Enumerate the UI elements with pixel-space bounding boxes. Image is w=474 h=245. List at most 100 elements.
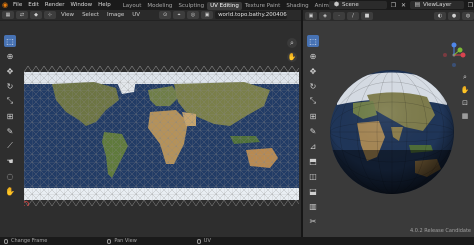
- menu-file[interactable]: File: [10, 0, 25, 10]
- viewport-toolbar: ⬚ ⊕ ✥ ↻ ⤡ ⊞ ✎ ⊿ ⬒ ◫ ⬓ ▥ ✂: [307, 35, 323, 227]
- status-uv-label: UV: [203, 238, 211, 244]
- vp-annotate-tool-icon[interactable]: ✎: [307, 125, 319, 137]
- edit-mode-icon[interactable]: ◈: [319, 11, 331, 20]
- gizmo-x-axis: [460, 52, 466, 58]
- pinch-tool-icon[interactable]: ✋: [4, 185, 16, 197]
- status-change-frame-label: Change Frame: [11, 238, 48, 244]
- select-mode-icon[interactable]: ◆: [30, 11, 42, 19]
- vp-scale-tool-icon[interactable]: ⤡: [307, 95, 319, 107]
- vertex-select-icon[interactable]: ·: [333, 11, 345, 20]
- uv-editor-area[interactable]: ▦ ⇄ ◆ ⊹ View Select Image UV ⊙ ⌖ ◎ ▣ wor…: [0, 10, 301, 237]
- tab-sculpting[interactable]: Sculpting: [175, 2, 207, 10]
- rotate-tool-icon[interactable]: ↻: [4, 80, 16, 92]
- camera-view-icon[interactable]: ⊡: [460, 98, 470, 108]
- vp-extrude-tool-icon[interactable]: ⬒: [307, 155, 319, 167]
- gizmo-z-axis: [451, 42, 457, 48]
- top-bar: ◉ File Edit Render Window Help Layout Mo…: [0, 0, 474, 10]
- sticky-select-icon[interactable]: ⊹: [44, 11, 56, 19]
- status-uv: UV: [196, 238, 211, 244]
- uv-toolbar: ⬚ ⊕ ✥ ↻ ⤡ ⊞ ✎ ⟋ ☚ ◌ ✋: [4, 35, 20, 197]
- menu-edit[interactable]: Edit: [25, 0, 42, 10]
- viewport-header: ▣ ◈ · / ■ ◐ ● ◍: [303, 10, 474, 21]
- proportional-icon[interactable]: ◎: [187, 11, 200, 19]
- tab-uv-editing[interactable]: UV Editing: [207, 1, 242, 10]
- menu-uv[interactable]: UV: [129, 11, 143, 19]
- uv-2d-cursor: [24, 201, 29, 206]
- pan-hand-icon[interactable]: ✋: [287, 52, 297, 62]
- snap-icon[interactable]: ⌖: [173, 11, 186, 19]
- uv-mesh-grid-shadow: [24, 72, 299, 200]
- vp-loopcut-tool-icon[interactable]: ▥: [307, 200, 319, 212]
- scene-icon: ⬢: [333, 1, 340, 8]
- select-box-tool-icon[interactable]: ⬚: [4, 35, 16, 47]
- status-change-frame: Change Frame: [4, 238, 47, 244]
- vp-pan-hand-icon[interactable]: ✋: [460, 85, 470, 95]
- vp-move-tool-icon[interactable]: ✥: [307, 65, 319, 77]
- menu-select[interactable]: Select: [79, 11, 102, 19]
- menu-image[interactable]: Image: [104, 11, 127, 19]
- menu-help[interactable]: Help: [95, 0, 114, 10]
- uv-top-pole-triangles: [24, 66, 299, 73]
- move-tool-icon[interactable]: ✥: [4, 65, 16, 77]
- uv-editor-header: ▦ ⇄ ◆ ⊹ View Select Image UV ⊙ ⌖ ◎ ▣ wor…: [0, 10, 301, 21]
- face-select-icon[interactable]: ■: [361, 11, 373, 20]
- version-label: 4.0.2 Release Candidate: [410, 228, 471, 234]
- view-layer-icon: ▤: [414, 1, 421, 8]
- shading-material-icon[interactable]: ◍: [462, 11, 474, 20]
- menu-view[interactable]: View: [58, 11, 77, 19]
- annotate-tool-icon[interactable]: ✎: [4, 125, 16, 137]
- editor-type-icon[interactable]: ▦: [2, 11, 14, 19]
- uv-image-canvas[interactable]: [24, 66, 299, 206]
- tab-texture-paint[interactable]: Texture Paint: [242, 2, 284, 10]
- scale-tool-icon[interactable]: ⤡: [4, 95, 16, 107]
- tab-shading[interactable]: Shading: [283, 2, 311, 10]
- status-pan-view-label: Pan View: [114, 238, 137, 244]
- duplicate-scene-icon[interactable]: ❐: [390, 2, 397, 9]
- close-icon[interactable]: ✕: [400, 2, 407, 9]
- vp-cursor-tool-icon[interactable]: ⊕: [307, 50, 319, 62]
- scene-selector[interactable]: ⬢ Scene: [329, 1, 387, 9]
- shading-solid-icon[interactable]: ●: [448, 11, 460, 20]
- viewport-editor-type-icon[interactable]: ▣: [305, 11, 317, 20]
- globe-sphere[interactable]: [327, 65, 457, 200]
- vp-measure-tool-icon[interactable]: ⊿: [307, 140, 319, 152]
- vp-bevel-tool-icon[interactable]: ⬓: [307, 185, 319, 197]
- vp-transform-tool-icon[interactable]: ⊞: [307, 110, 319, 122]
- perspective-grid-icon[interactable]: ▦: [460, 111, 470, 121]
- zoom-icon[interactable]: ⌕: [287, 38, 297, 48]
- vp-knife-tool-icon[interactable]: ✂: [307, 215, 319, 227]
- relax-tool-icon[interactable]: ◌: [4, 170, 16, 182]
- tab-layout[interactable]: Layout: [120, 2, 145, 10]
- menu-render[interactable]: Render: [42, 0, 68, 10]
- vp-zoom-icon[interactable]: ⌕: [460, 72, 470, 82]
- view-layer-selector[interactable]: ▤ ViewLayer: [410, 1, 464, 9]
- mouse-right-icon: [196, 238, 201, 244]
- 3d-viewport-area[interactable]: ▣ ◈ · / ■ ◐ ● ◍ ⬚ ⊕ ✥ ↻ ⤡ ⊞ ✎ ⊿ ⬒ ◫ ⬓ ▥ …: [303, 10, 474, 237]
- status-bar: Change Frame Pan View UV: [0, 237, 474, 245]
- image-name-field[interactable]: world.topo.bathy.200406.3x540: [215, 11, 288, 19]
- status-pan-view: Pan View: [107, 238, 137, 244]
- image-browse-icon[interactable]: ▣: [201, 11, 214, 19]
- blender-logo-icon[interactable]: ◉: [0, 0, 10, 10]
- rip-tool-icon[interactable]: ⟋: [4, 140, 16, 152]
- mouse-middle-icon: [107, 238, 112, 244]
- vp-select-box-tool-icon[interactable]: ⬚: [307, 35, 319, 47]
- overlays-icon[interactable]: ◐: [434, 11, 446, 20]
- edge-select-icon[interactable]: /: [347, 11, 359, 20]
- tab-modeling[interactable]: Modeling: [144, 2, 175, 10]
- gizmo-neg-x: [443, 53, 447, 57]
- vp-rotate-tool-icon[interactable]: ↻: [307, 80, 319, 92]
- cursor-tool-icon[interactable]: ⊕: [4, 50, 16, 62]
- mouse-left-icon: [4, 238, 8, 244]
- pivot-icon[interactable]: ⊙: [159, 11, 172, 19]
- transform-tool-icon[interactable]: ⊞: [4, 110, 16, 122]
- view-layer-label: ViewLayer: [423, 2, 452, 8]
- grab-tool-icon[interactable]: ☚: [4, 155, 16, 167]
- uv-bottom-pole-triangles: [24, 199, 299, 206]
- sync-selection-icon[interactable]: ⇄: [16, 11, 28, 19]
- menu-window[interactable]: Window: [67, 0, 95, 10]
- scene-label: Scene: [342, 2, 359, 8]
- gizmo-y-axis: [457, 47, 463, 53]
- vp-inset-tool-icon[interactable]: ◫: [307, 170, 319, 182]
- duplicate-layer-icon[interactable]: ❐: [467, 2, 474, 9]
